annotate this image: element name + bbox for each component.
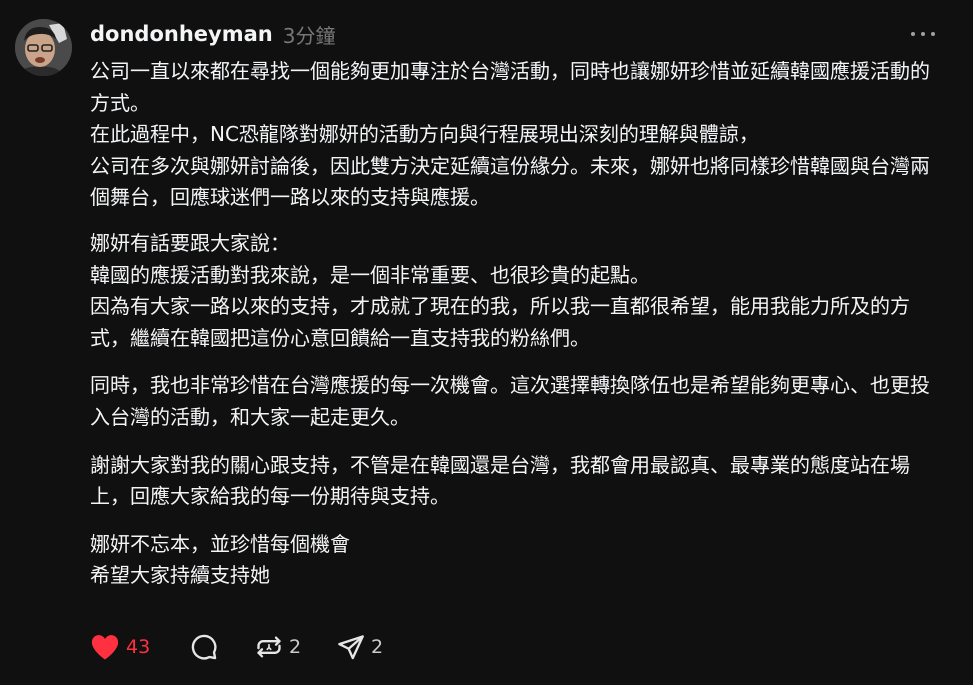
post-paragraph: 謝謝大家對我的關心跟支持，不管是在韓國還是台灣，我都會用最認真、最專業的態度站在… xyxy=(90,452,910,509)
more-icon[interactable] xyxy=(911,29,935,39)
repost-count: 2 xyxy=(289,636,302,658)
avatar-image xyxy=(15,19,72,76)
reply-button[interactable] xyxy=(190,629,255,665)
post-paragraph: 娜妍有話要跟大家說： 韓國的應援活動對我來說，是一個非常重要、也很珍貴的起點。 … xyxy=(90,230,910,350)
like-button[interactable]: 43 xyxy=(90,629,190,665)
comment-icon xyxy=(191,634,217,660)
repost-icon xyxy=(257,636,281,658)
post-paragraph: 公司一直以來都在尋找一個能夠更加專注於台灣活動，同時也讓娜妍珍惜並延續韓國應援活… xyxy=(90,59,930,210)
post-paragraph: 娜妍不忘本，並珍惜每個機會 希望大家持續支持她 xyxy=(90,531,350,588)
repost-button[interactable]: 2 xyxy=(255,629,337,665)
share-count: 2 xyxy=(371,636,384,658)
post-body: 公司一直以來都在尋找一個能夠更加專注於台灣活動，同時也讓娜妍珍惜並延續韓國應援活… xyxy=(90,56,940,592)
heart-filled-icon xyxy=(91,635,119,660)
send-icon xyxy=(338,635,364,660)
post-timestamp[interactable]: 3分鐘 xyxy=(283,20,336,49)
post-paragraph: 同時，我也非常珍惜在台灣應援的每一次機會。這次選擇轉換隊伍也是希望能夠更專心、也… xyxy=(90,373,930,429)
post-header: dondonheyman 3分鐘 xyxy=(90,18,335,50)
post-actions: 43 2 2 xyxy=(90,629,383,665)
author-username[interactable]: dondonheyman xyxy=(90,22,273,46)
like-count: 43 xyxy=(126,636,151,658)
user-avatar[interactable] xyxy=(15,19,72,76)
share-button[interactable]: 2 xyxy=(337,629,383,665)
